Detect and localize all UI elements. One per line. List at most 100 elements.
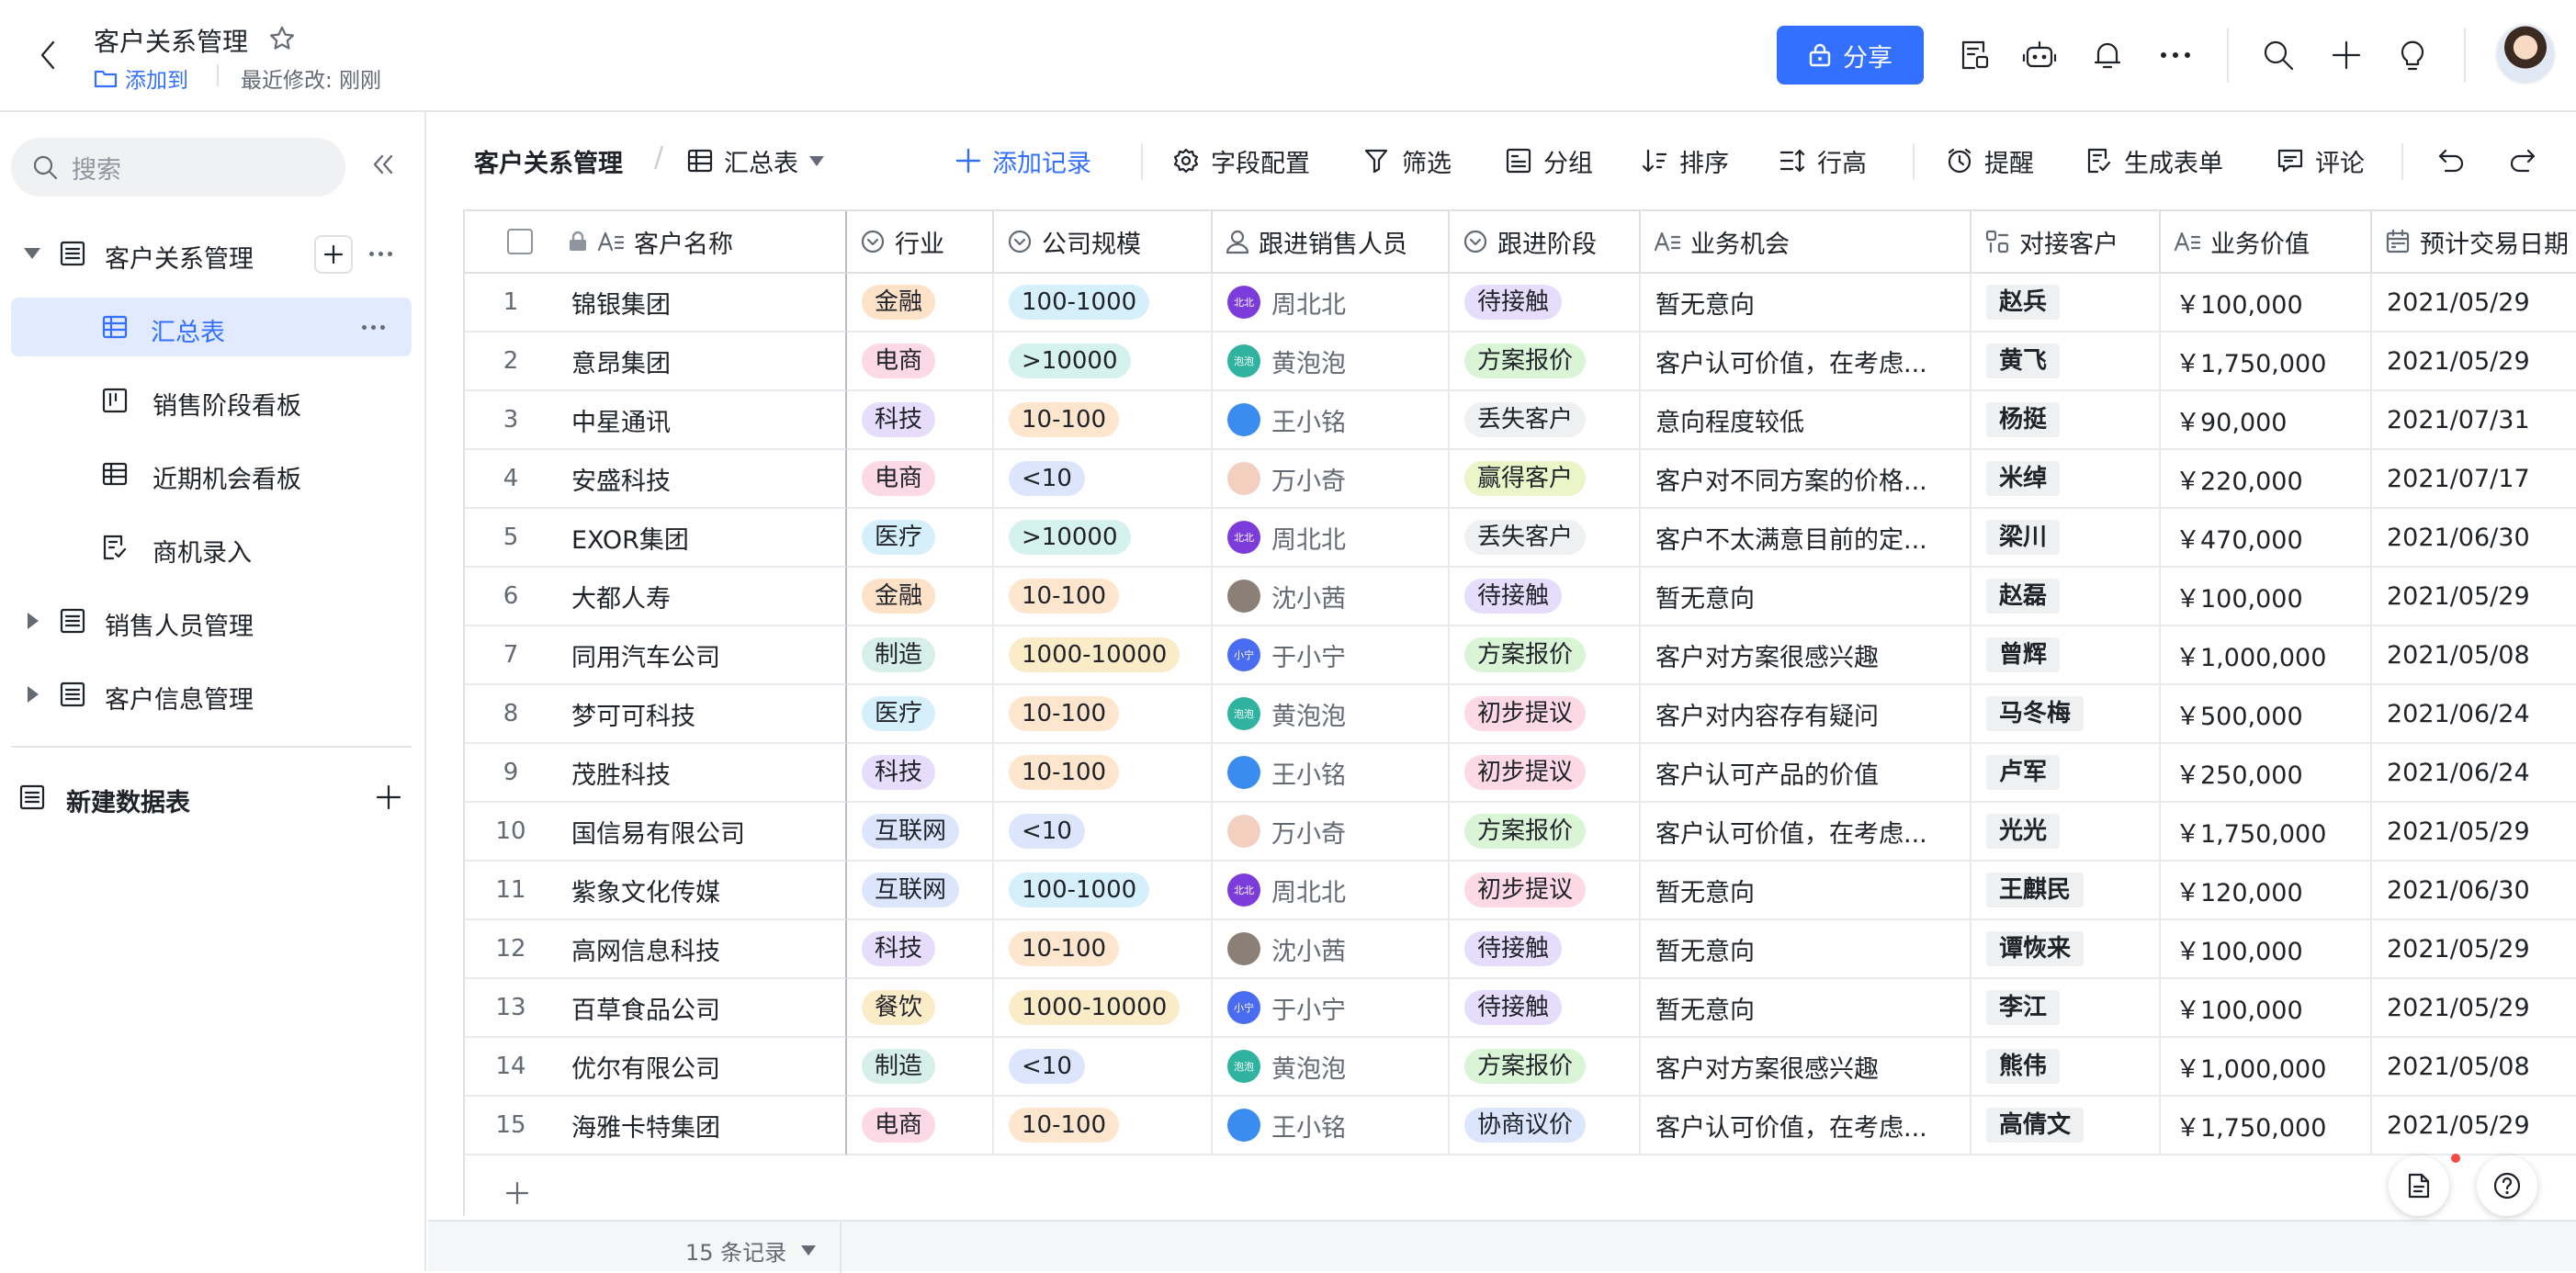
table-cell-stage[interactable]: 初步提议 — [1450, 862, 1641, 920]
table-cell-size[interactable]: 10-100 — [994, 391, 1213, 450]
table-cell-stage[interactable]: 待接触 — [1450, 920, 1641, 979]
doc-info-icon[interactable] — [1955, 35, 1995, 75]
table-cell-industry[interactable]: 金融 — [847, 568, 994, 626]
back-button[interactable] — [29, 35, 66, 75]
column-header-stage[interactable]: 跟进阶段 — [1450, 211, 1641, 274]
table-cell-sales[interactable]: 王小铭 — [1213, 744, 1450, 803]
table-cell-n[interactable]: 2 — [465, 332, 557, 391]
table-cell-value[interactable]: ￥1,750,000 — [2161, 1097, 2372, 1155]
row-height-button[interactable]: 行高 — [1779, 140, 1867, 182]
table-cell-stage[interactable]: 初步提议 — [1450, 744, 1641, 803]
table-cell-n[interactable]: 12 — [465, 920, 557, 979]
add-to-link[interactable]: 添加到 — [94, 62, 188, 94]
table-cell-name[interactable]: 大都人寿 — [557, 568, 847, 626]
table-cell-date[interactable]: 2021/05/29 — [2372, 332, 2576, 391]
table-cell-name[interactable]: 高网信息科技 — [557, 920, 847, 979]
table-cell-sales[interactable]: 北北 周北北 — [1213, 862, 1450, 920]
table-cell-contact[interactable]: 马冬梅 — [1972, 685, 2161, 744]
table-cell-opp[interactable]: 客户认可价值，在考虑... — [1641, 803, 1972, 862]
table-cell-contact[interactable]: 熊伟 — [1972, 1038, 2161, 1097]
table-cell-date[interactable]: 2021/05/08 — [2372, 626, 2576, 685]
table-cell-value[interactable]: ￥100,000 — [2161, 920, 2372, 979]
more-icon[interactable] — [2155, 35, 2196, 75]
more-icon[interactable] — [362, 325, 385, 330]
add-view-button[interactable] — [314, 235, 353, 274]
table-cell-sales[interactable]: 沈小茜 — [1213, 568, 1450, 626]
user-avatar[interactable] — [2495, 24, 2556, 84]
sidebar-item-sales-staff[interactable]: 销售人员管理 — [0, 591, 415, 650]
table-cell-contact[interactable]: 杨挺 — [1972, 391, 2161, 450]
breadcrumb-table[interactable]: 客户关系管理 — [474, 140, 623, 182]
table-cell-industry[interactable]: 互联网 — [847, 803, 994, 862]
table-cell-name[interactable]: 梦可可科技 — [557, 685, 847, 744]
table-cell-industry[interactable]: 制造 — [847, 1038, 994, 1097]
table-cell-value[interactable]: ￥120,000 — [2161, 862, 2372, 920]
star-icon[interactable] — [268, 25, 296, 52]
table-cell-n[interactable]: 1 — [465, 274, 557, 332]
table-cell-name[interactable]: EXOR集团 — [557, 509, 847, 568]
table-cell-n[interactable]: 4 — [465, 450, 557, 509]
table-cell-date[interactable]: 2021/06/30 — [2372, 862, 2576, 920]
table-cell-name[interactable]: 意昂集团 — [557, 332, 847, 391]
plus-icon[interactable] — [505, 1181, 529, 1205]
lightbulb-icon[interactable] — [2392, 35, 2433, 75]
table-cell-contact[interactable]: 赵磊 — [1972, 568, 2161, 626]
table-cell-value[interactable]: ￥470,000 — [2161, 509, 2372, 568]
table-cell-sales[interactable]: 泡泡 黄泡泡 — [1213, 1038, 1450, 1097]
table-cell-stage[interactable]: 待接触 — [1450, 568, 1641, 626]
table-cell-size[interactable]: 10-100 — [994, 685, 1213, 744]
table-cell-opp[interactable]: 暂无意向 — [1641, 920, 1972, 979]
table-cell-sales[interactable]: 沈小茜 — [1213, 920, 1450, 979]
table-cell-size[interactable]: >10000 — [994, 509, 1213, 568]
plus-icon[interactable] — [2326, 35, 2367, 75]
search-input[interactable]: 搜索 — [11, 138, 345, 197]
table-cell-size[interactable]: 10-100 — [994, 568, 1213, 626]
table-cell-opp[interactable]: 客户对内容存有疑问 — [1641, 685, 1972, 744]
table-cell-opp[interactable]: 客户对不同方案的价格... — [1641, 450, 1972, 509]
sidebar-item-customer-info[interactable]: 客户信息管理 — [0, 665, 415, 724]
table-cell-date[interactable]: 2021/05/29 — [2372, 803, 2576, 862]
table-cell-contact[interactable]: 黄飞 — [1972, 332, 2161, 391]
document-title[interactable]: 客户关系管理 — [94, 22, 248, 59]
table-cell-date[interactable]: 2021/05/29 — [2372, 979, 2576, 1038]
column-header-contact[interactable]: 对接客户 — [1972, 211, 2161, 274]
table-cell-name[interactable]: 安盛科技 — [557, 450, 847, 509]
caret-right-icon[interactable] — [28, 613, 39, 629]
table-cell-industry[interactable]: 互联网 — [847, 862, 994, 920]
table-cell-stage[interactable]: 初步提议 — [1450, 685, 1641, 744]
column-header-opportunity[interactable]: 业务机会 — [1641, 211, 1972, 274]
table-cell-stage[interactable]: 丢失客户 — [1450, 391, 1641, 450]
table-cell-n[interactable]: 3 — [465, 391, 557, 450]
table-cell-sales[interactable]: 泡泡 黄泡泡 — [1213, 332, 1450, 391]
table-cell-industry[interactable]: 科技 — [847, 391, 994, 450]
table-cell-value[interactable]: ￥250,000 — [2161, 744, 2372, 803]
table-cell-date[interactable]: 2021/06/30 — [2372, 509, 2576, 568]
table-cell-date[interactable]: 2021/07/31 — [2372, 391, 2576, 450]
table-cell-stage[interactable]: 方案报价 — [1450, 1038, 1641, 1097]
table-cell-n[interactable]: 8 — [465, 685, 557, 744]
table-cell-n[interactable]: 5 — [465, 509, 557, 568]
table-cell-size[interactable]: <10 — [994, 803, 1213, 862]
table-cell-n[interactable]: 7 — [465, 626, 557, 685]
column-header-company-size[interactable]: 公司规模 — [994, 211, 1213, 274]
table-cell-sales[interactable]: 万小奇 — [1213, 803, 1450, 862]
sidebar-item-opportunity-form[interactable]: 商机录入 — [0, 518, 415, 577]
caret-right-icon[interactable] — [28, 686, 39, 703]
table-cell-opp[interactable]: 暂无意向 — [1641, 862, 1972, 920]
table-cell-industry[interactable]: 电商 — [847, 450, 994, 509]
table-cell-opp[interactable]: 客户对方案很感兴趣 — [1641, 1038, 1972, 1097]
table-cell-opp[interactable]: 客户认可产品的价值 — [1641, 744, 1972, 803]
table-cell-date[interactable]: 2021/06/24 — [2372, 685, 2576, 744]
table-cell-name[interactable]: 优尔有限公司 — [557, 1038, 847, 1097]
table-cell-date[interactable]: 2021/06/24 — [2372, 744, 2576, 803]
table-cell-value[interactable]: ￥100,000 — [2161, 979, 2372, 1038]
sidebar-item-summary[interactable]: 汇总表 — [11, 298, 412, 356]
table-cell-size[interactable]: 100-1000 — [994, 274, 1213, 332]
table-cell-opp[interactable]: 客户认可价值，在考虑... — [1641, 332, 1972, 391]
sidebar-item-sales-kanban[interactable]: 销售阶段看板 — [0, 371, 415, 430]
table-cell-opp[interactable]: 暂无意向 — [1641, 568, 1972, 626]
sort-button[interactable]: 排序 — [1641, 140, 1729, 182]
table-cell-date[interactable]: 2021/05/29 — [2372, 1097, 2576, 1155]
document-button[interactable] — [2389, 1155, 2449, 1216]
table-cell-value[interactable]: ￥100,000 — [2161, 568, 2372, 626]
